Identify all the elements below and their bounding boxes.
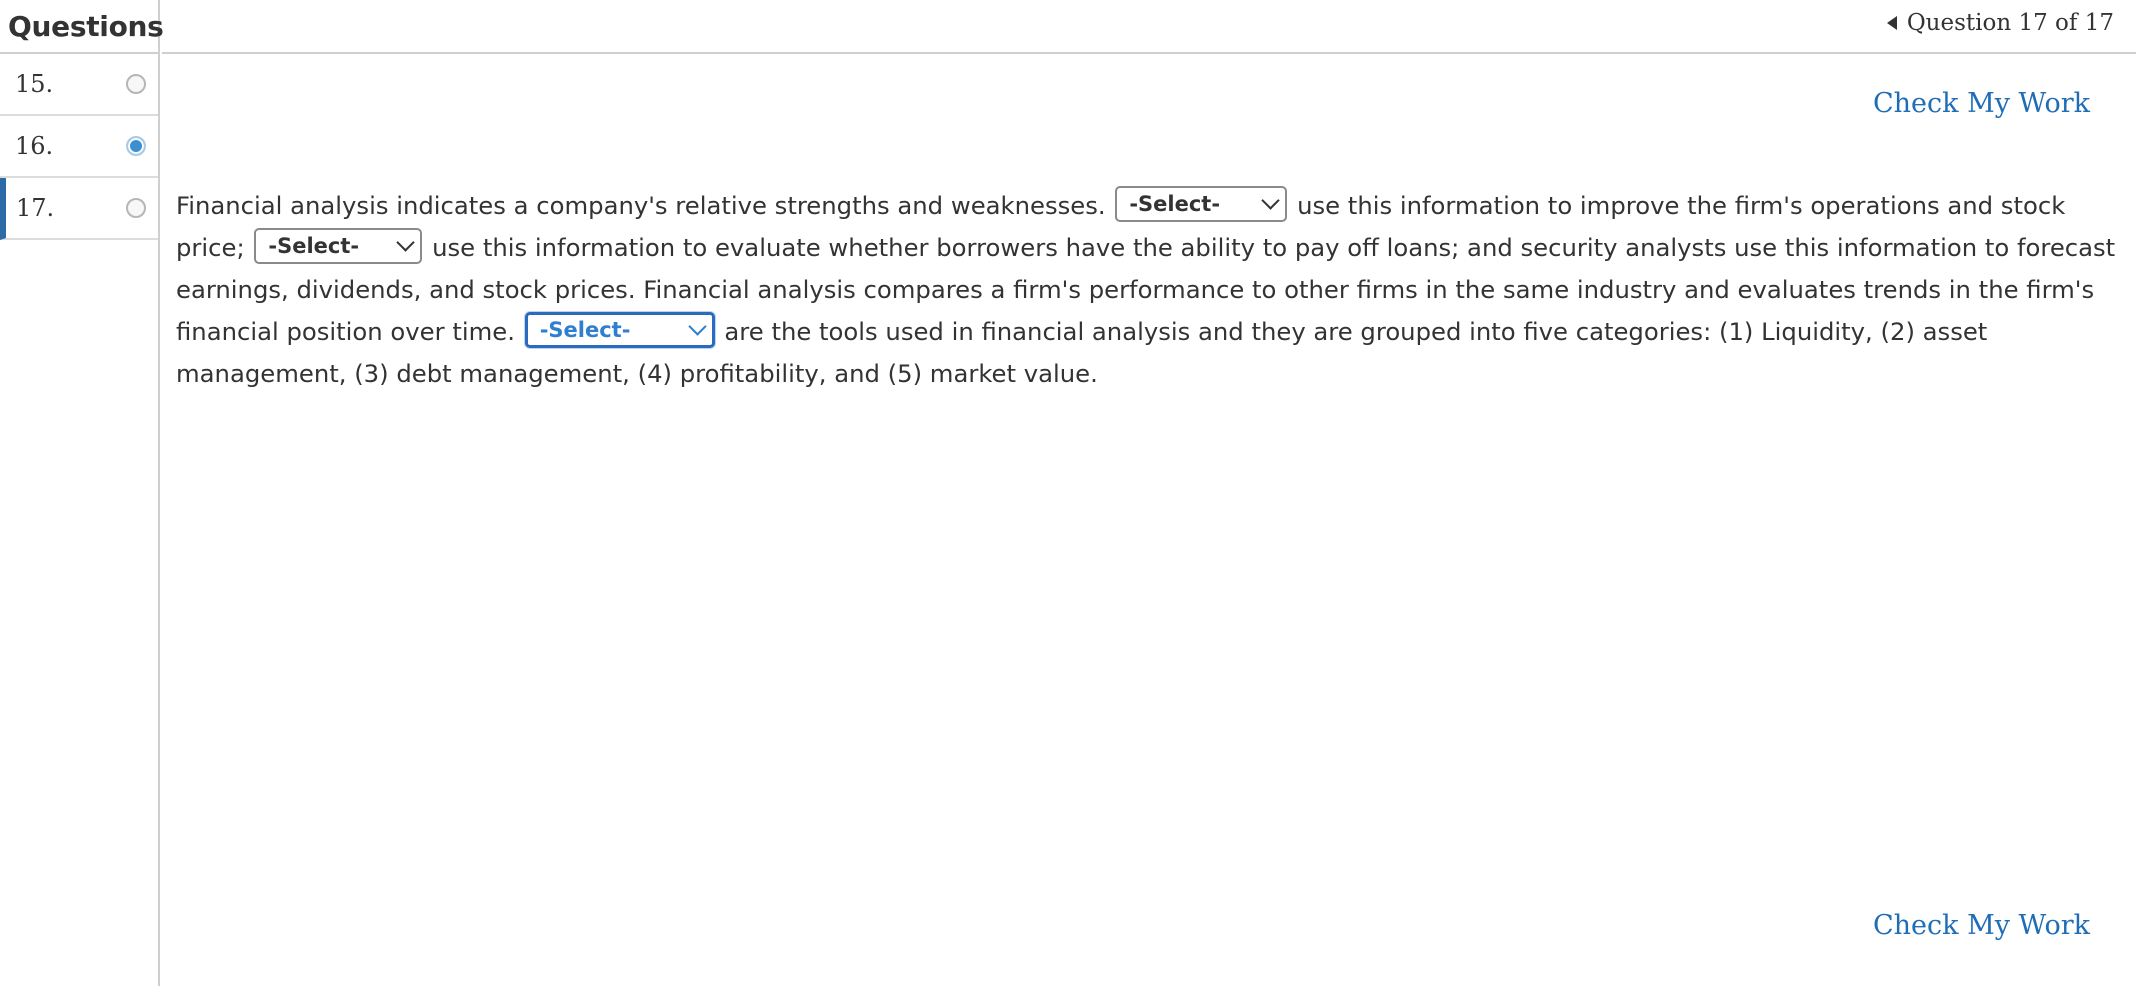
question-sidebar: Questions 15. 16. 17.: [0, 0, 164, 986]
answer-dropdown-3[interactable]: -Select-: [524, 312, 715, 348]
chevron-down-icon: [687, 316, 707, 336]
question-number: 17.: [16, 194, 55, 222]
chevron-down-icon: [396, 232, 416, 252]
question-body: Financial analysis indicates a company's…: [176, 185, 2126, 395]
check-my-work-link-bottom[interactable]: Check My Work: [1873, 910, 2090, 941]
question-item-16[interactable]: 16.: [0, 116, 158, 178]
question-status-radio: [126, 198, 146, 218]
top-bar: Question 17 of 17: [162, 0, 2136, 54]
question-counter: Question 17 of 17: [1906, 10, 2114, 36]
sidebar-header: Questions: [0, 0, 164, 54]
triangle-left-icon: [1886, 16, 1897, 30]
question-number: 15.: [15, 70, 54, 98]
chevron-down-icon: [1261, 190, 1281, 210]
answer-dropdown-1[interactable]: -Select-: [1115, 186, 1288, 222]
question-status-radio-answered: [126, 136, 146, 156]
question-text-part: Financial analysis indicates a company's…: [176, 191, 1106, 220]
dropdown-value: -Select-: [268, 234, 360, 258]
check-my-work-link-top[interactable]: Check My Work: [1873, 88, 2090, 119]
question-item-15[interactable]: 15.: [0, 54, 158, 116]
answer-dropdown-2[interactable]: -Select-: [254, 228, 423, 264]
sidebar-title: Questions: [8, 9, 164, 43]
question-number: 16.: [15, 132, 54, 160]
dropdown-value: -Select-: [1129, 192, 1221, 216]
question-status-radio: [126, 74, 146, 94]
dropdown-value: -Select-: [539, 318, 631, 342]
previous-question-link[interactable]: Question 17 of 17: [1886, 6, 2114, 40]
question-item-17[interactable]: 17.: [0, 178, 158, 240]
